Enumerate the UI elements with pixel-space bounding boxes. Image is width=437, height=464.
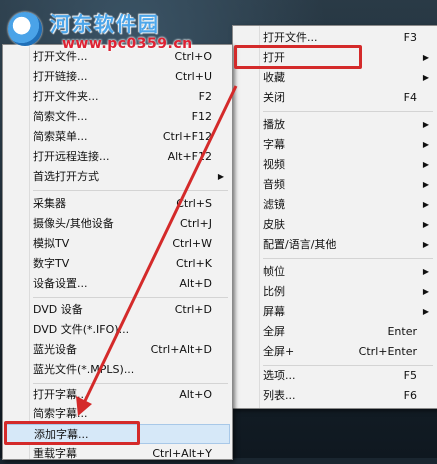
annotation-arrow [76, 85, 238, 416]
highlight-box-add-subtitle [4, 421, 140, 445]
watermark-logo-icon [8, 12, 42, 46]
watermark-brand: 河东软件园 [50, 12, 160, 36]
highlight-box-open [234, 45, 362, 69]
watermark-url: www.pc0359.cn [62, 36, 193, 52]
watermark: 河东软件园 www.pc0359.cn [2, 4, 222, 56]
